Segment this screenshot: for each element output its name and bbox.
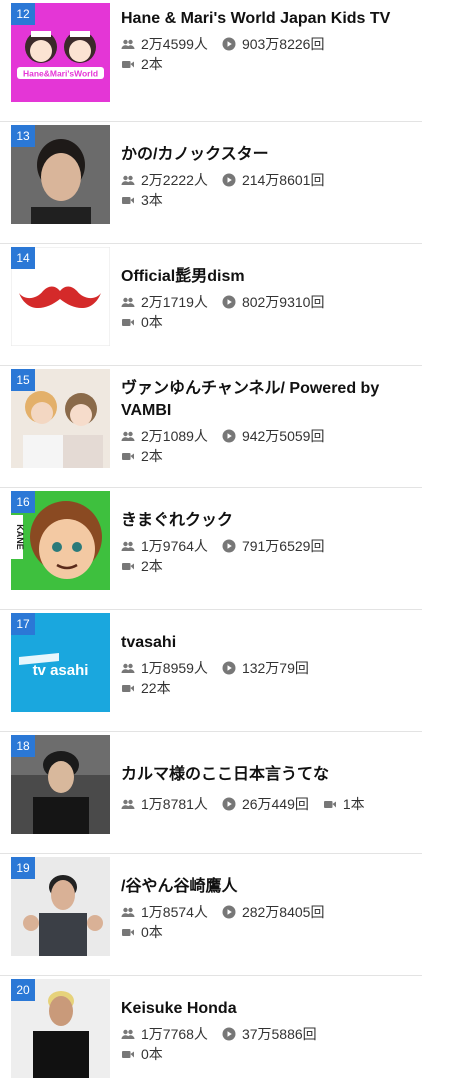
people-icon — [121, 661, 135, 675]
video-count: 2本 — [141, 448, 163, 464]
play-icon — [222, 661, 236, 675]
subscriber-count: 2万1089人 — [141, 428, 208, 444]
people-icon — [121, 429, 135, 443]
people-icon — [121, 295, 135, 309]
video-count: 1本 — [342, 796, 365, 812]
view-count: 26万449回 — [241, 796, 309, 812]
rank-badge: 13 — [11, 125, 35, 147]
play-icon — [222, 1027, 236, 1041]
channel-name[interactable]: きまぐれクック — [121, 510, 422, 532]
subscriber-count: 2万1719人 — [141, 294, 208, 310]
play-icon — [222, 173, 236, 187]
play-icon — [222, 905, 236, 919]
subscriber-count: 2万4599人 — [141, 36, 208, 52]
subscriber-count: 1万9764人 — [141, 538, 208, 554]
list-item[interactable]: tv asahi 17 tvasahi 1万8959人 132万79回 22本 — [0, 610, 422, 732]
rank-badge: 12 — [11, 3, 35, 25]
subscriber-count: 1万8781人 — [141, 796, 208, 812]
video-count: 0本 — [141, 1046, 163, 1062]
subscriber-count: 1万8574人 — [141, 904, 208, 920]
list-item[interactable]: 20 Keisuke Honda 1万7768人 37万5886回 0本 — [0, 976, 422, 1087]
channel-thumbnail[interactable]: 14 — [11, 247, 110, 346]
view-count: 791万6529回 — [241, 538, 325, 554]
channel-name[interactable]: ヴァンゆんチャンネル/ Powered by VAMBI — [121, 378, 422, 422]
video-camera-icon — [121, 57, 135, 71]
video-camera-icon — [121, 559, 135, 573]
channel-name[interactable]: tvasahi — [121, 632, 422, 654]
people-icon — [121, 37, 135, 51]
video-camera-icon — [121, 449, 135, 463]
video-count: 2本 — [141, 558, 163, 574]
video-count: 22本 — [141, 680, 171, 696]
play-icon — [222, 539, 236, 553]
list-item[interactable]: Hane&Mari'sWorld 12 Hane & Mari's World … — [0, 0, 422, 122]
view-count: 37万5886回 — [241, 1026, 317, 1042]
view-count: 214万8601回 — [241, 172, 325, 188]
channel-name[interactable]: カルマ様のここ日本言うてな — [121, 764, 422, 786]
list-item[interactable]: 15 ヴァンゆんチャンネル/ Powered by VAMBI 2万1089人 … — [0, 366, 422, 488]
channel-thumbnail[interactable]: tv asahi 17 — [11, 613, 110, 712]
channel-name[interactable]: かの/カノックスター — [121, 144, 422, 166]
video-camera-icon — [121, 193, 135, 207]
channel-thumbnail[interactable]: 18 — [11, 735, 110, 834]
rank-badge: 15 — [11, 369, 35, 391]
people-icon — [121, 539, 135, 553]
subscriber-count: 1万8959人 — [141, 660, 208, 676]
video-camera-icon — [121, 925, 135, 939]
video-count: 2本 — [141, 56, 163, 72]
video-camera-icon — [121, 1047, 135, 1061]
video-camera-icon — [323, 797, 337, 811]
view-count: 942万5059回 — [241, 428, 325, 444]
rank-badge: 17 — [11, 613, 35, 635]
subscriber-count: 1万7768人 — [141, 1026, 208, 1042]
rank-badge: 20 — [11, 979, 35, 1001]
list-item[interactable]: KANE 16 きまぐれクック 1万9764人 791万6529回 2本 — [0, 488, 422, 610]
channel-thumbnail[interactable]: 19 — [11, 857, 110, 956]
channel-thumbnail[interactable]: KANE 16 — [11, 491, 110, 590]
list-item[interactable]: 19 /谷やん谷崎鷹人 1万8574人 282万8405回 0本 — [0, 854, 422, 976]
channel-name[interactable]: Official髭男dism — [121, 266, 422, 288]
people-icon — [121, 905, 135, 919]
view-count: 132万79回 — [241, 660, 309, 676]
view-count: 282万8405回 — [241, 904, 325, 920]
video-camera-icon — [121, 681, 135, 695]
view-count: 903万8226回 — [241, 36, 325, 52]
view-count: 802万9310回 — [241, 294, 325, 310]
list-item[interactable]: 13 かの/カノックスター 2万2222人 214万8601回 3本 — [0, 122, 422, 244]
list-item[interactable]: 14 Official髭男dism 2万1719人 802万9310回 0本 — [0, 244, 422, 366]
channel-name[interactable]: /谷やん谷崎鷹人 — [121, 876, 422, 898]
people-icon — [121, 797, 135, 811]
play-icon — [222, 797, 236, 811]
thumb-logo-text: KANE — [15, 524, 25, 550]
rank-badge: 18 — [11, 735, 35, 757]
people-icon — [121, 1027, 135, 1041]
subscriber-count: 2万2222人 — [141, 172, 208, 188]
video-count: 0本 — [141, 314, 163, 330]
thumb-logo-text: tv asahi — [33, 662, 89, 679]
rank-badge: 16 — [11, 491, 35, 513]
channel-name[interactable]: Hane & Mari's World Japan Kids TV — [121, 8, 422, 30]
video-count: 0本 — [141, 924, 163, 940]
channel-thumbnail[interactable]: 15 — [11, 369, 110, 468]
channel-thumbnail[interactable]: Hane&Mari'sWorld 12 — [11, 3, 110, 102]
channel-thumbnail[interactable]: 13 — [11, 125, 110, 224]
video-count: 3本 — [141, 192, 163, 208]
people-icon — [121, 173, 135, 187]
channel-name[interactable]: Keisuke Honda — [121, 998, 422, 1020]
play-icon — [222, 429, 236, 443]
video-camera-icon — [121, 315, 135, 329]
channel-thumbnail[interactable]: 20 — [11, 979, 110, 1078]
play-icon — [222, 37, 236, 51]
play-icon — [222, 295, 236, 309]
rank-badge: 19 — [11, 857, 35, 879]
rank-badge: 14 — [11, 247, 35, 269]
thumb-logo-text: Hane&Mari'sWorld — [23, 69, 98, 79]
list-item[interactable]: 18 カルマ様のここ日本言うてな 1万8781人 26万449回 1本 — [0, 732, 422, 854]
